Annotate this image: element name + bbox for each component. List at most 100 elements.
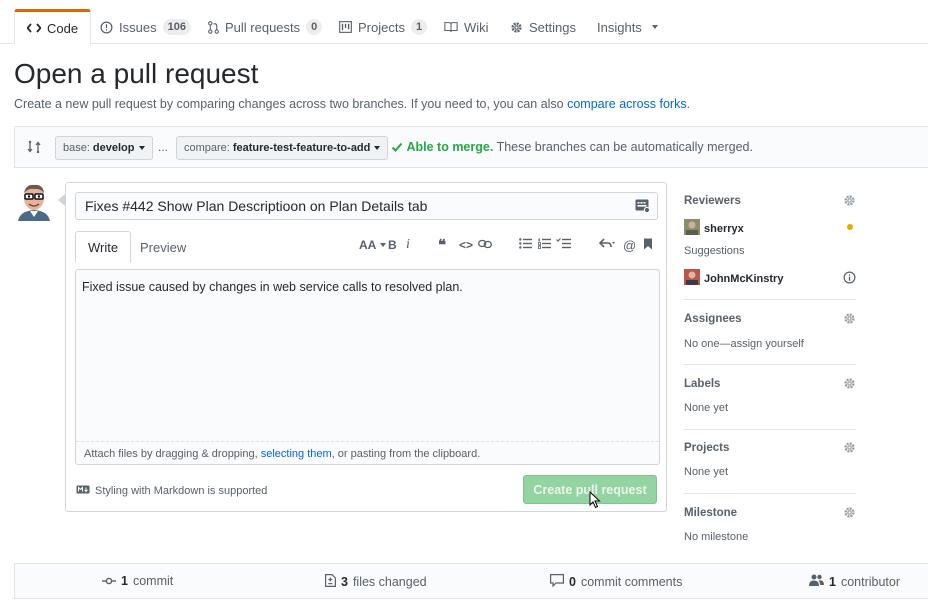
bold-button[interactable]: B	[388, 235, 397, 255]
tab-code[interactable]: Code	[14, 9, 92, 45]
milestone-section[interactable]: Milestone No milestone	[684, 507, 856, 547]
project-icon	[339, 21, 352, 33]
issues-count-badge: 106	[162, 19, 191, 35]
commit-icon	[102, 574, 116, 588]
suggestions-label: Suggestions	[684, 245, 745, 257]
contributors-summary[interactable]: 1 contributor	[809, 574, 900, 589]
avatar	[684, 269, 700, 288]
gear-icon[interactable]	[843, 312, 856, 330]
info-icon[interactable]	[843, 271, 856, 289]
bookmark-button[interactable]	[643, 235, 653, 255]
contributors-label: contributor	[840, 574, 901, 589]
code-icon	[27, 22, 41, 34]
reviewer-sherryx[interactable]: sherryx	[684, 219, 744, 238]
comments-count: 0	[569, 575, 576, 589]
tab-label: Wiki	[464, 19, 489, 35]
tab-wiki[interactable]: Wiki	[432, 9, 501, 45]
reviewers-heading: Reviewers	[684, 195, 741, 207]
pull-request-icon	[208, 20, 219, 34]
tab-issues[interactable]: Issues 106	[88, 9, 203, 45]
files-changed-summary[interactable]: 3 files changed	[325, 574, 427, 590]
merge-ok-text: Able to merge.	[406, 140, 494, 154]
gear-icon[interactable]	[843, 506, 856, 524]
labels-heading: Labels	[684, 378, 721, 390]
compare-across-forks-link[interactable]: compare across forks	[567, 97, 686, 111]
saved-replies-icon[interactable]	[635, 199, 651, 218]
page-subtitle: Create a new pull request by comparing c…	[14, 97, 690, 111]
subtitle-end: .	[686, 97, 691, 111]
pr-body-textarea[interactable]: Fixed issue caused by changes in web ser…	[76, 270, 659, 442]
header-text-button[interactable]: AA	[359, 235, 387, 255]
tab-label: Insights	[597, 19, 642, 35]
compare-summary-bar: 1 commit 3 files changed 0 commit commen…	[14, 563, 928, 599]
milestone-value: No milestone	[684, 531, 749, 543]
comment-icon	[550, 574, 564, 590]
suggested-reviewer[interactable]: JohnMcKinstry	[684, 269, 783, 288]
projects-section[interactable]: Projects None yet	[684, 442, 856, 494]
chevron-down-icon	[138, 146, 145, 150]
tab-write[interactable]: Write	[75, 231, 132, 263]
assignees-heading: Assignees	[684, 313, 742, 325]
subtitle-text: Create a new pull request by comparing c…	[14, 97, 568, 111]
commits-label: commit	[132, 574, 174, 588]
chevron-down-icon	[374, 146, 381, 150]
markdown-note-text: Styling with Markdown is supported	[95, 485, 268, 497]
merge-status: Able to merge. These branches can be aut…	[391, 140, 753, 156]
unordered-list-button[interactable]	[519, 235, 532, 255]
code-button[interactable]: <>	[459, 235, 473, 255]
projects-heading: Projects	[684, 442, 730, 454]
pr-body-editor[interactable]: Fixed issue caused by changes in web ser…	[75, 269, 660, 465]
avatar[interactable]	[14, 181, 54, 221]
base-branch-name: develop	[92, 142, 135, 154]
pr-title-input[interactable]	[75, 192, 658, 220]
tab-label: Pull requests	[225, 19, 301, 35]
tab-pull-requests[interactable]: Pull requests 0	[196, 9, 334, 45]
list-unordered-icon	[519, 238, 532, 252]
ordered-list-button[interactable]	[538, 235, 551, 255]
reply-button[interactable]	[598, 235, 615, 255]
reviewers-section[interactable]: Reviewers sherryx Suggestions JohnMcKins…	[684, 195, 856, 300]
task-list-button[interactable]	[556, 235, 571, 255]
compare-branch-name: feature-test-feature-to-add	[232, 142, 371, 154]
italic-button[interactable]: i	[406, 235, 410, 255]
page-title: Open a pull request	[14, 58, 259, 89]
markdown-support-note[interactable]: Styling with Markdown is supported	[76, 485, 267, 497]
tab-settings[interactable]: Settings	[498, 9, 588, 45]
attach-text-1: Attach files by dragging & dropping,	[84, 448, 261, 460]
files-label: files changed	[352, 575, 427, 589]
people-icon	[809, 574, 824, 589]
tab-preview[interactable]: Preview	[128, 231, 198, 263]
quote-button[interactable]: ❝	[438, 235, 446, 255]
tab-insights[interactable]: Insights	[585, 9, 670, 45]
suggested-reviewer-name: JohnMcKinstry	[704, 272, 784, 285]
branch-range-editor: base: develop ... compare: feature-test-fe…	[14, 126, 928, 168]
reviewer-name: sherryx	[704, 222, 744, 235]
gear-icon[interactable]	[843, 377, 856, 395]
gear-icon[interactable]	[843, 194, 856, 212]
assignees-section[interactable]: Assignees No one—assign yourself	[684, 313, 856, 365]
tab-projects[interactable]: Projects 1	[327, 9, 439, 45]
base-branch-select[interactable]: base: develop	[55, 136, 153, 160]
pull-request-compose-box: Write Preview AA B i ❝ <> @ Fixed issue …	[58, 182, 667, 512]
commits-summary[interactable]: 1 commit	[102, 574, 173, 588]
file-diff-icon	[325, 574, 336, 590]
gear-icon[interactable]	[843, 441, 856, 459]
assignees-value[interactable]: No one—assign yourself	[684, 338, 804, 350]
mouse-cursor-icon	[589, 490, 601, 514]
labels-section[interactable]: Labels None yet	[684, 378, 856, 430]
comments-label: commit comments	[580, 575, 683, 589]
attach-text-2: , or pasting from the clipboard.	[331, 448, 481, 460]
commit-comments-summary[interactable]: 0 commit comments	[550, 574, 682, 590]
dropdown-caret-icon	[651, 25, 658, 29]
merge-note-text: These branches can be automatically merg…	[496, 140, 753, 154]
attach-files-note: Attach files by dragging & dropping, sel…	[84, 448, 480, 460]
contributors-count: 1	[829, 574, 836, 589]
compare-branch-select[interactable]: compare: feature-test-feature-to-add	[176, 136, 389, 160]
pending-review-dot-icon	[847, 224, 853, 230]
select-files-link[interactable]: selecting them	[261, 448, 332, 460]
link-button[interactable]	[478, 235, 492, 255]
mention-button[interactable]: @	[623, 235, 636, 255]
projects-value: None yet	[684, 466, 729, 478]
avatar	[684, 219, 700, 238]
header-text-label: AA	[359, 238, 377, 252]
